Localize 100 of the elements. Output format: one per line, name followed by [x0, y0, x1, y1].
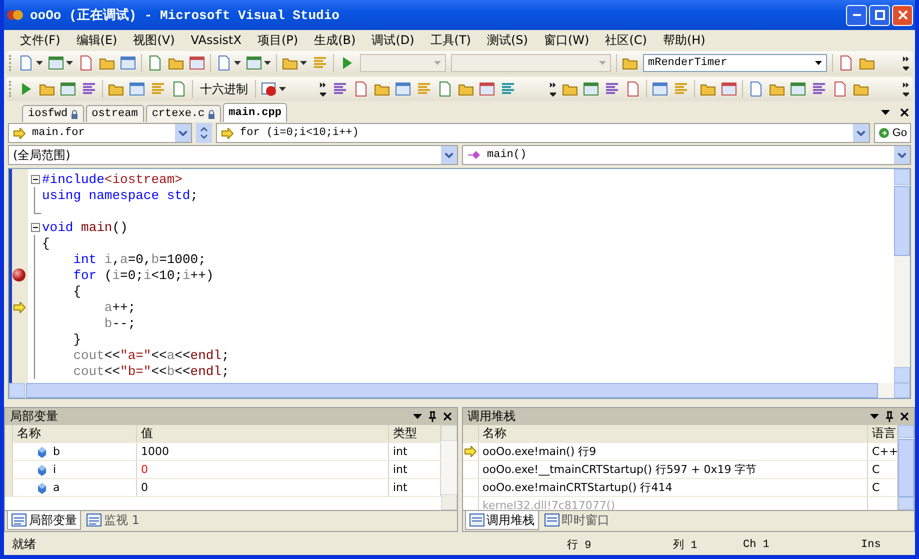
window-icon[interactable] [48, 55, 64, 71]
window-icon[interactable] [189, 55, 205, 71]
dropdown-button[interactable] [175, 124, 191, 142]
column-header[interactable]: 名称 [478, 425, 868, 442]
breakpoint-icon[interactable] [12, 268, 26, 282]
panel-tab[interactable]: 监视 1 [83, 511, 142, 529]
scroll-thumb[interactable] [898, 439, 914, 497]
page-icon[interactable] [78, 55, 94, 71]
page-icon[interactable] [832, 81, 848, 97]
dropdown-arrow-icon[interactable] [264, 61, 271, 65]
window-icon[interactable] [652, 81, 668, 97]
menu-item[interactable]: 视图(V) [125, 32, 183, 48]
maximize-button[interactable] [869, 4, 890, 26]
list-icon[interactable] [332, 81, 348, 97]
page-icon[interactable] [838, 55, 854, 71]
dropdown-button[interactable] [894, 146, 910, 164]
dropdown-arrow-icon[interactable] [66, 61, 73, 65]
document-tab[interactable]: crtexe.c [146, 105, 221, 122]
dropdown-arrow-icon[interactable] [234, 61, 241, 65]
dropdown-button[interactable] [441, 146, 457, 164]
overflow-icon[interactable] [549, 81, 557, 97]
list-icon[interactable] [604, 81, 620, 97]
dropdown-arrow-icon[interactable] [870, 414, 879, 419]
menu-item[interactable]: 社区(C) [597, 32, 655, 48]
combo-box[interactable]: mRenderTimer [643, 54, 827, 72]
overflow-icon[interactable] [902, 55, 910, 71]
page-icon[interactable] [18, 55, 34, 71]
menu-item[interactable]: 生成(B) [306, 32, 364, 48]
breakpoint-icon[interactable] [261, 81, 277, 97]
list-icon[interactable] [811, 81, 827, 97]
hex-toggle-button[interactable]: 十六进制 [198, 80, 250, 98]
page-icon[interactable] [171, 81, 187, 97]
member-dropdown[interactable]: main() [462, 145, 911, 165]
minimize-button[interactable] [846, 4, 867, 26]
page-icon[interactable] [748, 81, 764, 97]
scrollbar[interactable] [898, 425, 914, 510]
menu-item[interactable]: 项目(P) [249, 32, 306, 48]
window-icon[interactable] [583, 81, 599, 97]
collapse-icon[interactable] [30, 174, 40, 184]
document-tab[interactable]: iosfwd [22, 105, 84, 122]
list-icon[interactable] [81, 81, 97, 97]
go-button[interactable]: Go [874, 123, 911, 143]
menu-item[interactable]: VAssistX [182, 33, 250, 47]
dropdown-arrow-icon[interactable] [881, 110, 890, 114]
toolbar-grip[interactable] [9, 81, 13, 97]
list-icon[interactable] [150, 81, 166, 97]
menu-item[interactable]: 工具(T) [422, 32, 479, 48]
statement-dropdown[interactable]: main.for [8, 123, 192, 143]
location-dropdown[interactable]: for (i=0;i<10;i++) [216, 123, 870, 143]
scroll-thumb[interactable] [894, 186, 910, 256]
dropdown-arrow-icon[interactable] [279, 87, 286, 91]
panel-tab[interactable]: 局部变量 [7, 511, 81, 530]
dropdown-arrow-icon[interactable] [300, 61, 307, 65]
close-icon[interactable] [900, 412, 909, 421]
menu-item[interactable]: 编辑(E) [68, 32, 126, 48]
dropdown-arrow-icon[interactable] [412, 414, 422, 419]
page-icon[interactable] [437, 81, 453, 97]
list-icon[interactable] [673, 81, 689, 97]
panel-tab[interactable]: 调用堆栈 [464, 511, 538, 530]
window-icon[interactable] [60, 81, 76, 97]
column-header[interactable]: 名称 [13, 425, 137, 442]
window-icon[interactable] [721, 81, 737, 97]
list-icon[interactable] [416, 81, 432, 97]
pin-icon[interactable] [428, 411, 436, 422]
overflow-icon[interactable] [319, 81, 327, 97]
window-icon[interactable] [790, 81, 806, 97]
page-icon[interactable] [147, 55, 163, 71]
page-icon[interactable] [353, 81, 369, 97]
menu-item[interactable]: 文件(F) [12, 32, 68, 48]
scope-dropdown[interactable]: (全局范围) [8, 145, 458, 165]
column-header[interactable]: 值 [137, 425, 389, 442]
document-tab[interactable]: main.cpp [222, 103, 288, 122]
menu-item[interactable]: 帮助(H) [654, 32, 714, 48]
window-icon[interactable] [129, 81, 145, 97]
table-cell: C [872, 463, 880, 476]
menu-item[interactable]: 窗口(W) [536, 32, 598, 48]
close-icon[interactable] [900, 108, 909, 116]
window-icon[interactable] [479, 81, 495, 97]
window-icon[interactable] [395, 81, 411, 97]
window-icon[interactable] [246, 55, 262, 71]
page-icon[interactable] [216, 55, 232, 71]
close-icon[interactable] [442, 412, 452, 421]
panel-tab[interactable]: 即时窗口 [540, 511, 612, 529]
list-icon[interactable] [500, 81, 516, 97]
close-button[interactable] [892, 4, 913, 26]
page-icon[interactable] [625, 81, 641, 97]
document-tab[interactable]: ostream [86, 105, 144, 122]
collapse-icon[interactable] [30, 222, 40, 232]
list-icon[interactable] [312, 55, 328, 71]
menu-item[interactable]: 调试(D) [364, 32, 422, 48]
toolbar-grip[interactable] [9, 55, 13, 71]
pin-icon[interactable] [885, 411, 894, 422]
menu-item[interactable]: 测试(S) [479, 32, 536, 48]
window-icon[interactable] [120, 55, 136, 71]
spin-buttons[interactable] [196, 123, 212, 143]
maximize-icon [874, 10, 884, 20]
scrollbar[interactable] [894, 169, 910, 383]
dropdown-arrow-icon[interactable] [36, 61, 43, 65]
overflow-icon[interactable] [902, 81, 910, 97]
dropdown-button[interactable] [853, 124, 870, 142]
